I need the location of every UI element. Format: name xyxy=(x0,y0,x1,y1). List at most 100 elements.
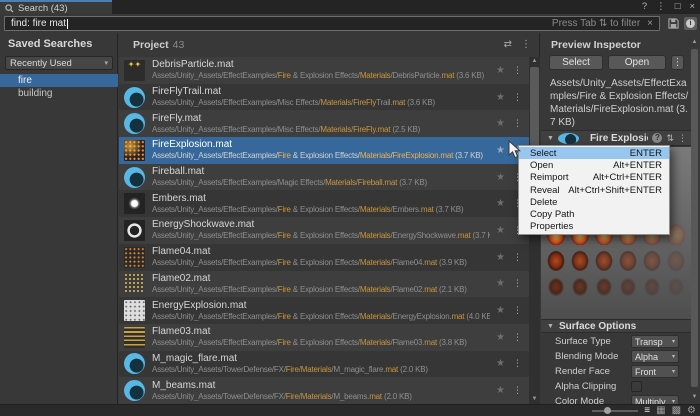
menu-item-delete[interactable]: Delete xyxy=(519,196,669,208)
result-row[interactable]: Fireball.mat Assets/Unity_Assets/EffectEx… xyxy=(119,163,529,191)
result-row[interactable]: EnergyExplosion.mat Assets/Unity_Assets/E… xyxy=(119,297,529,324)
row-more-button[interactable]: ⋮ xyxy=(513,358,522,369)
result-row[interactable]: Flame02.mat Assets/Unity_Assets/EffectExa… xyxy=(119,270,529,298)
info-button[interactable]: i xyxy=(684,17,697,30)
row-more-button[interactable]: ⋮ xyxy=(513,118,522,129)
surface-options-header[interactable]: ▼ Surface Options xyxy=(541,319,691,333)
saved-search-item-building[interactable]: building xyxy=(0,87,118,100)
close-button[interactable]: × xyxy=(689,0,695,14)
menu-item-copy-path[interactable]: Copy Path xyxy=(519,208,669,220)
flame03-thumbnail-icon xyxy=(124,326,145,348)
menu-item-properties[interactable]: Properties xyxy=(519,221,669,233)
grid-view-small-icon[interactable]: ▦ xyxy=(656,405,665,416)
help-button[interactable]: ? xyxy=(642,0,647,14)
favorite-star-icon[interactable]: ★ xyxy=(496,305,505,316)
favorite-star-icon[interactable]: ★ xyxy=(496,92,505,103)
menu-item-select[interactable]: Select ENTER xyxy=(519,147,669,160)
open-button[interactable]: Open xyxy=(608,55,666,70)
result-row[interactable]: ✦✦ DebrisParticle.mat Assets/Unity_Assets/… xyxy=(119,57,529,84)
saved-search-item-fire[interactable]: fire xyxy=(0,74,118,87)
render-face-dropdown[interactable]: Front ▾ xyxy=(631,365,679,378)
maximize-button[interactable]: □ xyxy=(675,0,681,14)
window-menu-button[interactable]: ⋮ xyxy=(656,0,666,14)
blending-mode-dropdown[interactable]: Alpha ▾ xyxy=(631,350,679,363)
favorite-star-icon[interactable]: ★ xyxy=(496,145,505,156)
result-row[interactable]: Embers.mat Assets/Unity_Assets/EffectExam… xyxy=(119,190,529,218)
surface-option-label: Alpha Clipping xyxy=(555,381,617,392)
row-more-button[interactable]: ⋮ xyxy=(513,92,522,103)
menu-item-label: Reveal xyxy=(530,184,560,196)
sphere-thumbnail-icon xyxy=(124,380,145,402)
result-row[interactable]: EnergyShockwave.mat Assets/Unity_Assets/E… xyxy=(119,217,529,244)
sort-dropdown-value: Recently Used xyxy=(10,57,72,69)
result-row[interactable]: M_magic_flare.mat Assets/Unity_Assets/Tow… xyxy=(119,350,529,378)
result-row[interactable]: FireFlyTrail.mat Assets/Unity_Assets/Effe… xyxy=(119,83,529,111)
saved-searches-sort-dropdown[interactable]: Recently Used ▾ xyxy=(5,56,113,70)
result-row[interactable]: FireExplosion.mat Assets/Unity_Assets/Eff… xyxy=(119,137,529,164)
preview-more-button[interactable]: ⋮ xyxy=(671,55,684,70)
result-name: FireFly.mat xyxy=(152,112,202,124)
results-more-button[interactable]: ⋮ xyxy=(521,39,531,50)
foldout-arrow-icon[interactable]: ▼ xyxy=(547,135,554,142)
favorite-star-icon[interactable]: ★ xyxy=(496,65,505,76)
save-search-button[interactable] xyxy=(666,17,680,30)
menu-item-reveal[interactable]: Reveal Alt+Ctrl+Shift+ENTER xyxy=(519,184,669,196)
list-view-icon[interactable]: ≡ xyxy=(644,405,650,416)
menu-item-shortcut: Alt+Ctrl+Shift+ENTER xyxy=(568,184,662,196)
scroll-down-icon[interactable]: ▼ xyxy=(690,393,699,402)
material-more-button[interactable]: ⋮ xyxy=(678,133,687,144)
favorite-star-icon[interactable]: ★ xyxy=(496,118,505,129)
scrollbar-thumb[interactable] xyxy=(691,49,698,387)
favorite-star-icon[interactable]: ★ xyxy=(496,385,505,396)
item-size-slider[interactable] xyxy=(592,405,639,416)
search-input[interactable]: find: fire mat Press Tab ⇅ to filter × xyxy=(4,16,660,31)
surface-type-dropdown[interactable]: Transp ▾ xyxy=(631,335,679,348)
scroll-down-icon[interactable]: ▼ xyxy=(529,395,540,404)
slider-knob[interactable] xyxy=(604,406,612,414)
result-row[interactable]: M_beams.mat Assets/Unity_Assets/TowerDefe… xyxy=(119,377,529,404)
row-more-button[interactable]: ⋮ xyxy=(513,305,522,316)
search-icon xyxy=(5,3,14,13)
select-button[interactable]: Select xyxy=(549,55,603,70)
clear-search-icon[interactable]: × xyxy=(647,18,653,29)
tab-search[interactable]: Search (43) xyxy=(0,0,112,14)
favorite-star-icon[interactable]: ★ xyxy=(496,172,505,183)
menu-item-open[interactable]: Open Alt+ENTER xyxy=(519,159,669,171)
result-row[interactable]: Flame03.mat Assets/Unity_Assets/EffectExa… xyxy=(119,323,529,351)
favorite-star-icon[interactable]: ★ xyxy=(496,332,505,343)
result-path: Assets/Unity_Assets/TowerDefense/FX/Fire… xyxy=(152,391,412,401)
scroll-up-icon[interactable]: ▲ xyxy=(529,57,540,66)
result-path: Assets/Unity_Assets/EffectExamples/Fire … xyxy=(152,151,483,161)
result-row[interactable]: Flame04.mat Assets/Unity_Assets/EffectExa… xyxy=(119,243,529,271)
favorite-star-icon[interactable]: ★ xyxy=(496,198,505,209)
row-more-button[interactable]: ⋮ xyxy=(513,252,522,263)
material-inspector-header[interactable]: ▼ Fire Explosion (Ma ? ⇅ ⋮ xyxy=(541,130,691,146)
result-row[interactable]: FireFly.mat Assets/Unity_Assets/EffectExa… xyxy=(119,110,529,138)
preview-inspector-title: Preview Inspector xyxy=(551,39,641,51)
favorite-star-icon[interactable]: ★ xyxy=(496,225,505,236)
mouse-cursor xyxy=(508,140,521,159)
favorite-star-icon[interactable]: ★ xyxy=(496,358,505,369)
selected-asset-path: Assets/Unity_Assets/EffectExamples/Fire … xyxy=(550,78,689,128)
settings-gear-icon[interactable]: ⚙ xyxy=(687,405,696,416)
grid-view-large-icon[interactable]: ▩ xyxy=(672,405,681,416)
scroll-up-icon[interactable]: ▲ xyxy=(690,38,699,47)
alpha-clipping-checkbox[interactable] xyxy=(631,381,642,392)
info-icon: i xyxy=(686,19,695,28)
favorite-star-icon[interactable]: ★ xyxy=(496,252,505,263)
presets-icon[interactable]: ⇅ xyxy=(666,133,674,144)
inspector-scrollbar[interactable]: ▲ ▼ xyxy=(690,38,699,402)
menu-item-reimport[interactable]: Reimport Alt+Ctrl+ENTER xyxy=(519,172,669,184)
foldout-arrow-icon[interactable]: ▼ xyxy=(547,323,554,330)
row-more-button[interactable]: ⋮ xyxy=(513,65,522,76)
row-more-button[interactable]: ⋮ xyxy=(513,385,522,396)
row-more-button[interactable]: ⋮ xyxy=(513,332,522,343)
saved-searches-panel: Saved Searches Recently Used ▾ fire build… xyxy=(0,33,118,404)
refresh-icon[interactable]: ⇄ xyxy=(504,39,512,50)
material-help-icon[interactable]: ? xyxy=(652,133,663,143)
floppy-disk-icon xyxy=(667,18,679,29)
favorite-star-icon[interactable]: ★ xyxy=(496,278,505,289)
row-more-button[interactable]: ⋮ xyxy=(513,278,522,289)
search-bar: find: fire mat Press Tab ⇅ to filter × i xyxy=(0,14,700,33)
shockwave-thumbnail-icon xyxy=(124,219,145,241)
